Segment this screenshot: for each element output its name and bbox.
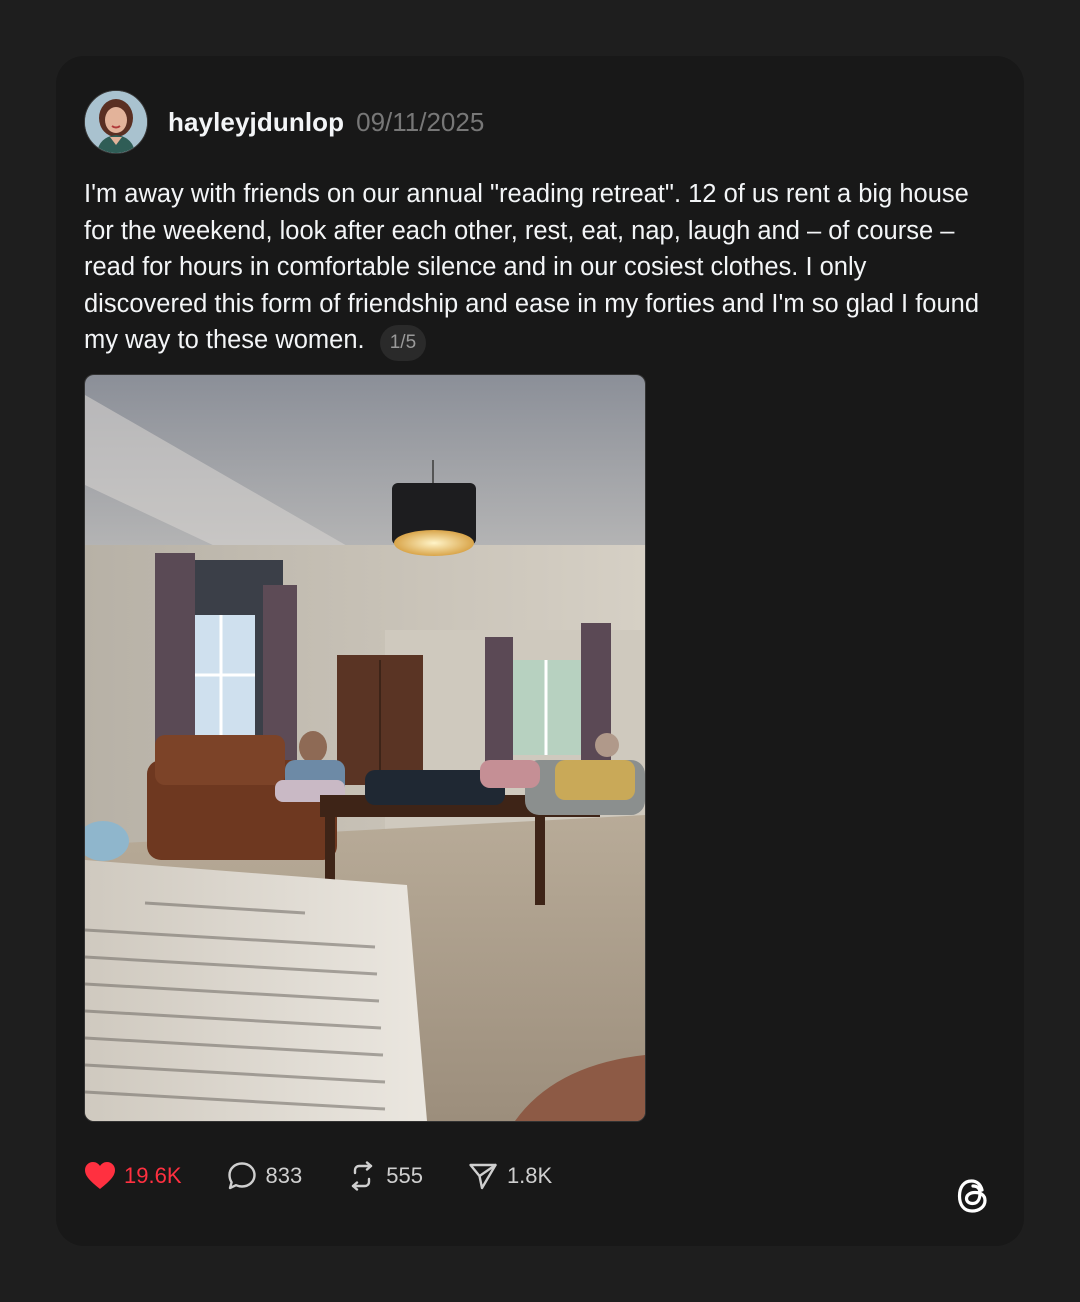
post-card: hayleyjdunlop 09/11/2025 I'm away with f… [56, 56, 1024, 1246]
post-image[interactable] [84, 374, 646, 1122]
like-count: 19.6K [124, 1163, 182, 1188]
post-header: hayleyjdunlop 09/11/2025 [84, 90, 484, 154]
post-body: I'm away with friends on our annual "rea… [84, 176, 994, 362]
repost-arrows-icon [346, 1160, 378, 1192]
reply-button[interactable]: 833 [226, 1160, 303, 1192]
action-bar: 19.6K 833 555 1.8K [84, 1156, 596, 1196]
repost-button[interactable]: 555 [346, 1160, 423, 1192]
like-button[interactable]: 19.6K [84, 1160, 182, 1192]
reply-count: 833 [265, 1163, 303, 1188]
media-counter-badge: 1/5 [379, 325, 427, 362]
speech-bubble-icon [226, 1160, 258, 1192]
username[interactable]: hayleyjdunlop [168, 107, 344, 138]
paper-plane-icon [467, 1160, 499, 1192]
share-button[interactable]: 1.8K [467, 1160, 552, 1192]
avatar[interactable] [84, 90, 148, 154]
post-text: I'm away with friends on our annual "rea… [84, 180, 980, 355]
post-date: 09/11/2025 [356, 106, 485, 137]
heart-icon [84, 1160, 116, 1192]
repost-count: 555 [386, 1163, 423, 1188]
share-count: 1.8K [506, 1163, 553, 1188]
threads-logo-icon[interactable] [952, 1174, 996, 1218]
